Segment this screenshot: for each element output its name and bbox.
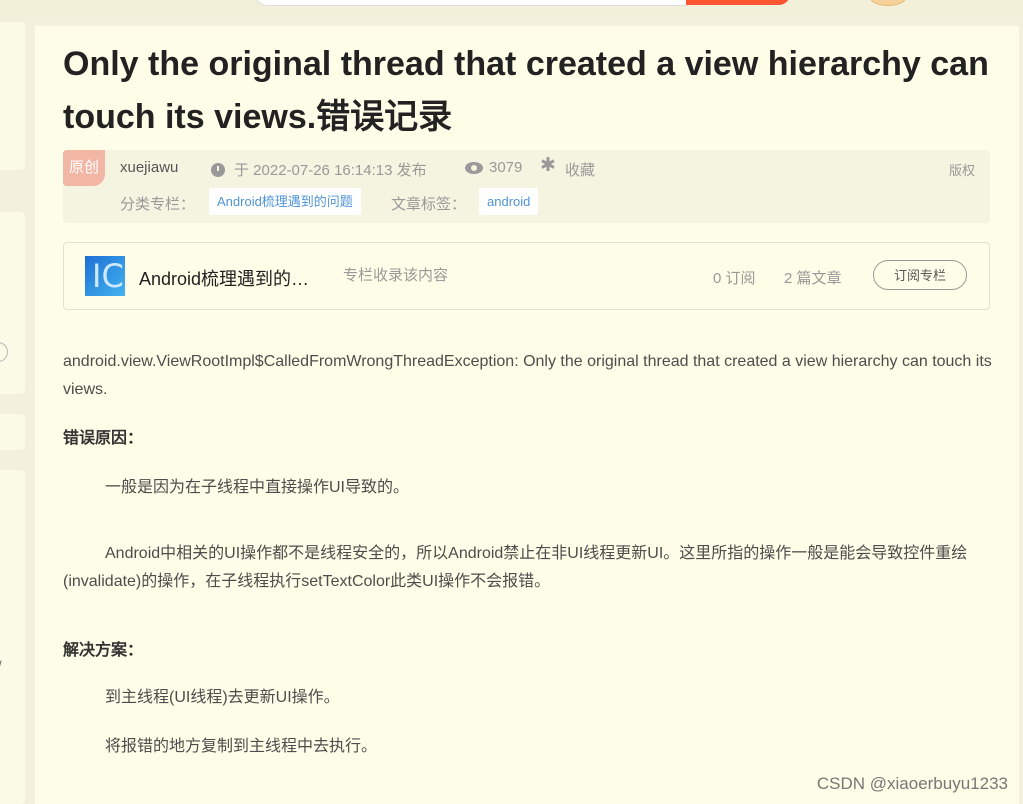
- clock-icon: [211, 163, 225, 177]
- column-article-count: 2 篇文章: [784, 270, 842, 287]
- category-tag[interactable]: Android梳理遇到的问题: [209, 188, 361, 215]
- article-meta-bar: 原创 xuejiawu 于 2022-07-26 16:14:13 发布 307…: [63, 150, 990, 223]
- sidebar-glyph: /: [0, 658, 2, 673]
- eye-icon: [465, 162, 483, 174]
- column-card: IC Android梳理遇到的问题 专栏收录该内容 0 订阅 2 篇文章 订阅专…: [63, 242, 990, 310]
- column-title[interactable]: Android梳理遇到的问题: [139, 265, 327, 291]
- user-avatar[interactable]: [870, 0, 906, 6]
- sidebar-card: [0, 470, 25, 804]
- left-sidebar: /: [0, 22, 25, 804]
- column-subscribers: 0 订阅: [713, 270, 756, 287]
- article-card: Only the original thread that created a …: [35, 26, 1019, 804]
- column-thumbnail[interactable]: IC: [85, 256, 125, 296]
- csdn-watermark: CSDN @xiaoerbuyu1233: [816, 774, 1008, 793]
- solution-paragraph: 将报错的地方复制到主线程中去执行。: [105, 738, 378, 755]
- sidebar-card: [0, 22, 25, 170]
- solution-heading: 解决方案：: [63, 642, 144, 659]
- exception-text: android.view.ViewRootImpl$CalledFromWron…: [63, 353, 992, 398]
- column-thumb-glyph: IC: [92, 257, 124, 295]
- original-badge: 原创: [63, 150, 105, 186]
- sidebar-card: [0, 414, 25, 450]
- search-button[interactable]: [686, 0, 790, 5]
- star-icon[interactable]: ✱: [540, 155, 556, 177]
- copyright-link[interactable]: 版权: [949, 160, 975, 179]
- column-description: 专栏收录该内容: [343, 267, 449, 284]
- top-toolbar: [0, 0, 1023, 22]
- subscribe-column-button[interactable]: 订阅专栏: [873, 260, 967, 290]
- cause-paragraph: 一般是因为在子线程中直接操作UI导致的。: [105, 479, 410, 496]
- article-title: Only the original thread that created a …: [63, 45, 989, 136]
- solution-paragraph: 到主线程(UI线程)去更新UI操作。: [105, 689, 340, 706]
- favorite-button[interactable]: 收藏: [565, 159, 595, 180]
- category-label: 分类专栏：: [120, 196, 196, 213]
- publish-time: 于 2022-07-26 16:14:13 发布: [234, 162, 427, 179]
- tags-label: 文章标签：: [391, 196, 467, 213]
- view-count: 3079: [489, 159, 523, 176]
- cause-detail-paragraph: Android中相关的UI操作都不是线程安全的，所以Android禁止在非UI线…: [63, 545, 968, 590]
- search-input[interactable]: [255, 0, 697, 6]
- author-link[interactable]: xuejiawu: [120, 159, 178, 176]
- article-tag[interactable]: android: [479, 188, 539, 215]
- sidebar-card: [0, 212, 25, 394]
- cause-heading: 错误原因：: [63, 430, 144, 447]
